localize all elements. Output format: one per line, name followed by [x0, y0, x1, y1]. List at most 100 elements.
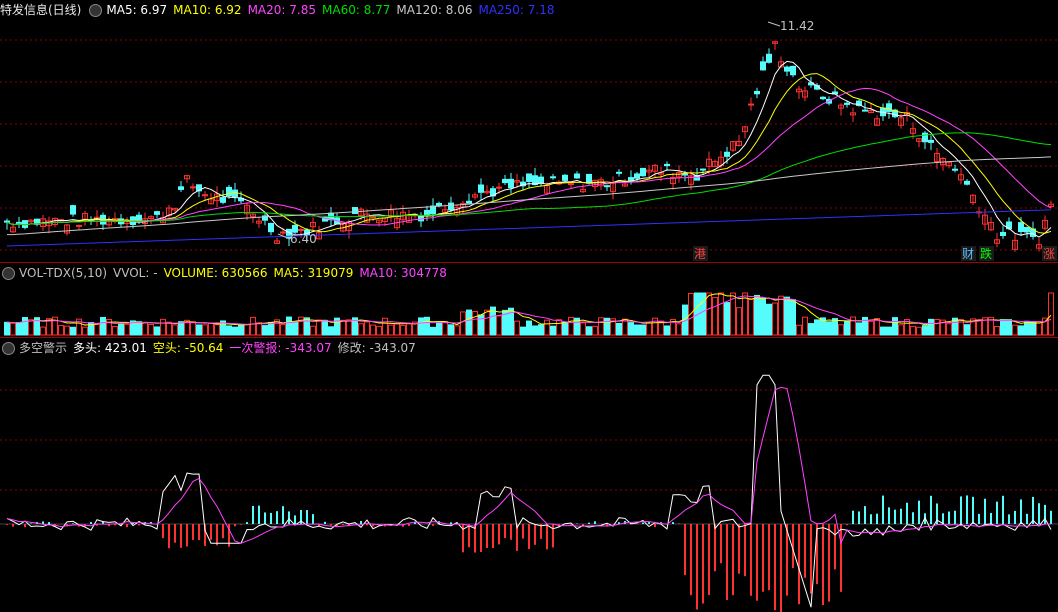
volume-bar [808, 323, 814, 336]
volume-bar [1000, 319, 1006, 336]
ind-title: 多空警示 [19, 341, 68, 355]
volume-bar [364, 321, 370, 336]
volume-bar [466, 309, 472, 336]
settings-circle-icon[interactable] [89, 4, 103, 17]
candle-body [682, 173, 688, 176]
volume-bar [628, 322, 634, 336]
volume-bar [880, 326, 886, 336]
volume-bar [250, 316, 256, 336]
volume-bar [172, 324, 178, 336]
volume-bar [316, 319, 322, 336]
volume-bar [484, 309, 490, 336]
volume-bar [784, 296, 790, 336]
event-marker: 跌 [980, 246, 992, 261]
candle-body [616, 171, 622, 174]
indicator-chart[interactable] [0, 338, 1058, 612]
candle-body [952, 168, 958, 171]
volume-bar [874, 318, 880, 336]
price-chart[interactable]: 11.42 6.40 港 财跌 涨 [0, 0, 1058, 262]
candle-body [508, 178, 514, 189]
volume-bar [814, 319, 820, 336]
ma-line [6, 87, 1052, 226]
volume-bar [202, 324, 208, 336]
volume-bar [382, 317, 388, 336]
volume-bar [568, 316, 574, 336]
volume-bar [616, 322, 622, 336]
volume-bar [148, 324, 154, 336]
event-marker: 涨 [1043, 246, 1055, 261]
long-label: 多头: 423.01 [73, 341, 147, 355]
volume-bar [844, 320, 850, 336]
volume-bar [10, 322, 16, 336]
candle-body [820, 96, 826, 100]
volume-bar [142, 321, 148, 336]
volume-bar [322, 319, 328, 336]
candle-body [844, 102, 850, 105]
volume-bar [310, 325, 316, 336]
candle-body [1024, 226, 1030, 233]
volume-bar [196, 324, 202, 336]
candle-body [928, 139, 934, 143]
volume-bar [340, 319, 346, 336]
settings-circle-icon[interactable] [2, 342, 15, 355]
volume-bar [160, 318, 166, 336]
volume-label: VOLUME: 630566 [163, 266, 268, 280]
volume-bar [772, 302, 778, 336]
volume-bar [778, 295, 784, 336]
candle-body [1000, 231, 1006, 237]
settings-circle-icon[interactable] [2, 267, 15, 280]
candle-body [784, 66, 790, 72]
vol-ma10-label: MA10: 304778 [359, 266, 447, 280]
indicator-header: 多空警示 多头: 423.01 空头: -50.64 一次警报: -343.07 修改:… [0, 338, 422, 358]
volume-bar [922, 325, 928, 336]
candle-body [574, 173, 580, 179]
volume-bar [376, 325, 382, 336]
volume-bar [790, 299, 796, 336]
volume-bar [1048, 292, 1054, 336]
volume-bar [532, 325, 538, 336]
volume-bar [214, 324, 220, 336]
candle-body [1018, 222, 1024, 233]
event-marker: 财 [962, 247, 974, 261]
volume-bar [454, 325, 460, 336]
volume-bar [208, 323, 214, 336]
price-panel[interactable]: 11.42 6.40 港 财跌 涨 特发信息(日线) MA5: 6.97 MA10: 6.9… [0, 0, 1058, 262]
candle-body [562, 174, 568, 181]
volume-bar [436, 322, 442, 336]
volume-panel[interactable]: VOL-TDX(5,10) VVOL: - VOLUME: 630566 MA5: 3… [0, 263, 1058, 337]
volume-bar [112, 325, 118, 336]
volume-bar [442, 321, 448, 336]
candle-body [70, 205, 76, 215]
volume-bar [346, 319, 352, 336]
volume-bar [826, 321, 832, 336]
volume-bar [934, 319, 940, 336]
candle-body [448, 202, 454, 211]
volume-bar [796, 324, 802, 336]
volume-bar [832, 318, 838, 336]
candle-body [478, 184, 484, 193]
volume-bar [604, 317, 610, 336]
volume-bar [634, 324, 640, 336]
indicator-panel[interactable]: 多空警示 多头: 423.01 空头: -50.64 一次警报: -343.07 修改:… [0, 338, 1058, 612]
candle-body [862, 109, 868, 112]
candle-body [496, 186, 502, 189]
volume-bar [724, 302, 730, 336]
ma-line [6, 60, 1052, 238]
volume-bar [70, 326, 76, 336]
candle-body [760, 61, 766, 71]
volume-bar [358, 323, 364, 336]
candle-body [586, 173, 592, 184]
candle-body [886, 103, 892, 112]
volume-bar [430, 326, 436, 336]
candle-body [352, 207, 358, 214]
volume-bar [280, 324, 286, 336]
volume-bar [4, 321, 10, 336]
volume-bar [1012, 324, 1018, 336]
volume-bar [268, 321, 274, 336]
volume-bar [526, 320, 532, 336]
volume-bar [472, 311, 478, 336]
volume-bar [550, 325, 556, 336]
event-marker: 港 [694, 247, 706, 261]
volume-bar [640, 324, 646, 336]
volume-bar [22, 317, 28, 336]
